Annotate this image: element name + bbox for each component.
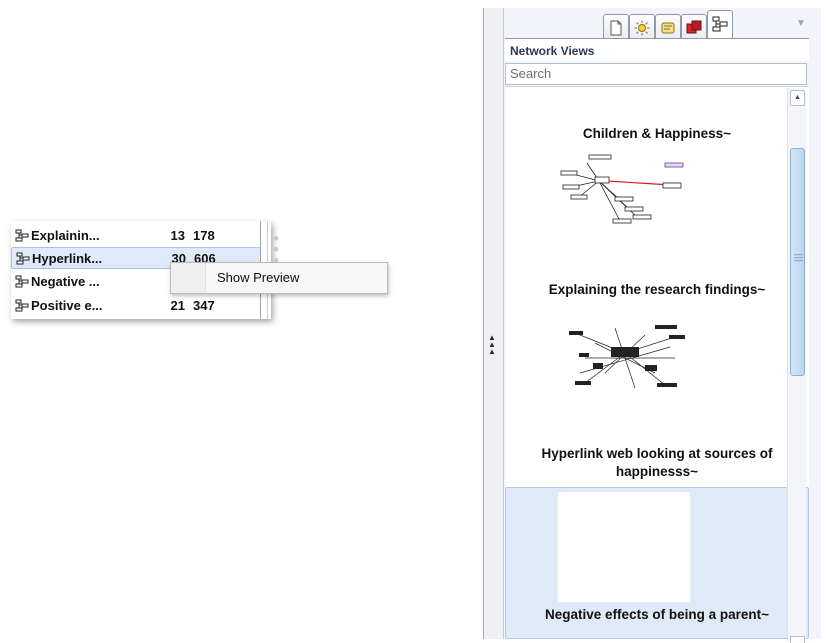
network-view-item-selected[interactable]: Negative effects of being a parent~ — [505, 487, 809, 639]
family-icon — [686, 20, 702, 34]
tab-network-views[interactable] — [707, 10, 733, 40]
note-icon — [661, 22, 675, 34]
vertical-scrollbar[interactable]: ▲ — — — — [787, 88, 806, 643]
network-view-item[interactable]: Explaining the research findings~ — [505, 281, 809, 411]
pane-header: Network Views — [505, 38, 809, 61]
tab-documents[interactable] — [603, 14, 629, 40]
network-icon — [712, 16, 728, 32]
pane-splitter[interactable]: ▲ ▲ ▲ — [483, 8, 504, 639]
search-field[interactable] — [505, 63, 807, 85]
scroll-thumb[interactable]: — — — — [790, 148, 805, 376]
splitter-edge — [483, 8, 484, 639]
pane-title: Network Views — [510, 44, 595, 58]
network-icon — [15, 299, 29, 312]
context-menu-gutter — [171, 263, 206, 293]
list-item-count: 13 — [170, 228, 185, 243]
list-item-name: Hyperlink... — [32, 251, 103, 266]
tab-codes[interactable] — [629, 14, 655, 40]
network-view-label: Explaining the research findings~ — [548, 282, 766, 297]
list-item-name: Negative ... — [31, 274, 100, 289]
network-icon — [15, 275, 29, 288]
show-preview-menu-item[interactable]: Show Preview — [217, 270, 299, 285]
list-item[interactable]: Explainin... 13 178 — [11, 225, 261, 247]
document-icon — [610, 20, 622, 36]
network-views-list: Children & Happiness~ Explaining the res… — [505, 86, 809, 640]
scroll-up-arrow-icon[interactable]: ▲ — [790, 90, 805, 106]
network-view-label: Hyperlink web looking at sources of happ… — [541, 446, 773, 479]
network-icon — [16, 252, 30, 265]
network-preview-thumbnail — [569, 325, 685, 389]
tab-families[interactable] — [681, 14, 707, 40]
network-preview-thumbnail — [558, 492, 690, 602]
network-view-label: Children & Happiness~ — [582, 126, 732, 141]
list-item[interactable]: Positive e... 21 347 — [11, 295, 261, 317]
network-views-pane: ▲ ▲ ▲ ▼ Network Views Search Children & … — [483, 8, 821, 643]
scroll-down-arrow-icon[interactable] — [790, 636, 805, 643]
network-view-item[interactable]: Children & Happiness~ — [505, 125, 809, 245]
tab-memos[interactable] — [655, 14, 681, 40]
sun-memo-icon — [634, 20, 650, 36]
list-item-count: 347 — [193, 298, 215, 313]
collapse-arrows-icon[interactable]: ▲ ▲ ▲ — [488, 334, 496, 356]
network-icon — [15, 229, 29, 242]
tab-dropdown-icon[interactable]: ▼ — [796, 18, 806, 29]
network-preview-thumbnail — [560, 154, 684, 224]
search-input[interactable] — [506, 64, 804, 82]
tab-strip: ▼ — [505, 8, 821, 40]
network-view-label: Negative effects of being a parent~ — [545, 607, 769, 622]
list-item-count: 178 — [193, 228, 215, 243]
list-item-name: Positive e... — [31, 298, 103, 313]
grip-icon: — — — — [794, 249, 803, 265]
list-item-count: 21 — [170, 298, 185, 313]
list-item-name: Explainin... — [31, 228, 100, 243]
context-menu: Show Preview — [170, 262, 388, 294]
